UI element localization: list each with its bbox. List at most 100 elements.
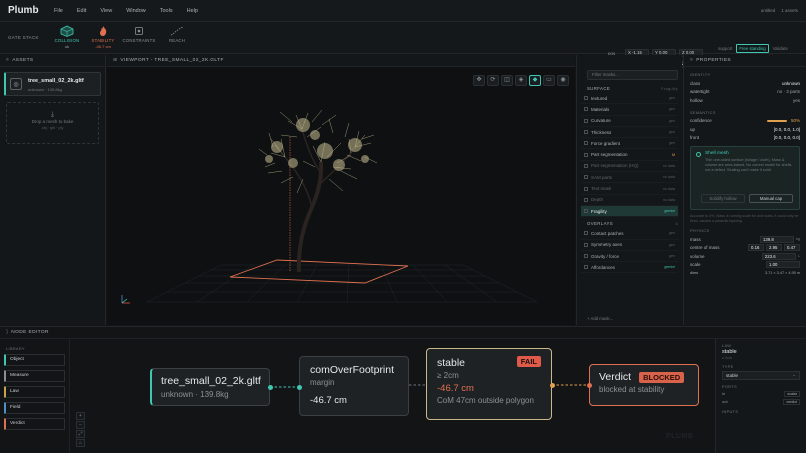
com-z-field[interactable]: 0.47 (784, 244, 800, 252)
mesh-dropzone[interactable]: ⤓ Drop a mesh to bake obj · glb · ply (6, 102, 99, 144)
layer-checkbox[interactable] (584, 265, 588, 270)
mass-field[interactable]: 139.8 (759, 235, 794, 243)
type-select[interactable]: stable (722, 371, 800, 380)
move-icon[interactable]: ✥ (473, 75, 485, 86)
overlays-count: 4 (675, 221, 678, 226)
semantics-section: SEMANTICS (690, 110, 716, 115)
class-row: class unknown (684, 79, 806, 88)
layer-item[interactable]: SAM parts no data (581, 172, 678, 184)
layer-checkbox[interactable] (584, 118, 588, 123)
layer-label: Thickness (591, 129, 612, 135)
measure-node[interactable]: comOverFootprint margin -46.7 cm (299, 356, 409, 416)
solidify-hollow-button[interactable]: Solidify hollow (701, 194, 745, 203)
com-y-field[interactable]: 2.95 (766, 244, 782, 252)
layer-tag: gen (669, 254, 675, 258)
layer-checkbox[interactable] (584, 186, 588, 191)
law-node[interactable]: stable FAIL ≥ 2cm -46.7 cm CoM 47cm outs… (426, 348, 552, 420)
layer-item[interactable]: Force gradient gen (581, 138, 678, 150)
layer-checkbox[interactable] (584, 107, 588, 112)
node-graph-icon: ⟆ (6, 330, 9, 335)
layer-item[interactable]: Part segmentation M (581, 149, 678, 161)
camera-icon[interactable]: ▭ (543, 75, 555, 86)
surface-title: SURFACE (587, 86, 611, 91)
support-mode-badge[interactable]: Free standing (736, 44, 769, 53)
object-node[interactable]: tree_small_02_2k.gltf unknown · 139.8kg (150, 368, 270, 406)
layer-checkbox[interactable] (584, 242, 588, 247)
layer-checkbox[interactable] (584, 197, 588, 202)
layer-item[interactable]: Thickness gen (581, 127, 678, 139)
measure-in-port[interactable] (297, 385, 302, 390)
dims-value: 3.71 × 3.47 × 4.95 m (764, 271, 800, 276)
gate-stack-bar: GATE STACK COLLISION ok STABILITY -46.7 … (0, 22, 806, 74)
com-x-field[interactable]: 0.16 (748, 244, 764, 252)
library-measure[interactable]: Measure (4, 370, 65, 382)
overlays-section-header[interactable]: OVERLAYS 4 (581, 219, 678, 228)
gate-stability[interactable]: STABILITY -46.7 cm (86, 25, 120, 49)
layer-tag: gemini (664, 265, 675, 270)
layer-item[interactable]: Affordances gemini (581, 262, 678, 274)
layer-checkbox[interactable] (584, 130, 588, 135)
menu-view[interactable]: View (100, 8, 112, 14)
layer-item[interactable]: Materials gen (581, 104, 678, 116)
layer-item[interactable]: Part segmentation (HQ) no data (581, 161, 678, 173)
library-field[interactable]: Field (4, 402, 65, 414)
library-law[interactable]: Law (4, 386, 65, 398)
node-canvas[interactable]: tree_small_02_2k.gltf unknown · 139.8kg … (70, 339, 715, 453)
gate-reach[interactable]: REACH (160, 25, 194, 43)
front-value[interactable]: [0.0, 0.0, 0.0] (774, 135, 800, 140)
class-value[interactable]: unknown (782, 81, 800, 86)
verdict-node[interactable]: Verdict BLOCKED blocked at stability (589, 364, 699, 406)
rotate-icon[interactable]: ⟳ (487, 75, 499, 86)
verdict-in-port[interactable] (587, 383, 592, 388)
layer-item[interactable]: Text mask no data (581, 183, 678, 195)
cube-icon[interactable]: ◫ (501, 75, 513, 86)
library-object[interactable]: Object (4, 354, 65, 366)
filter-masks-input[interactable]: Filter masks... (587, 70, 678, 80)
menu-file[interactable]: File (54, 8, 63, 14)
scale-field[interactable]: 1.00 (766, 261, 800, 269)
layer-checkbox[interactable] (584, 231, 588, 236)
law-out-port[interactable] (550, 383, 555, 388)
layer-name: Part segmentation (584, 152, 672, 157)
node-library: LIBRARY Object Measure Law Field Verdict (0, 339, 70, 453)
gate-constraints[interactable]: CONSTRAINTS (122, 25, 156, 43)
layer-item[interactable]: Symmetry axes gen (581, 240, 678, 251)
layer-item[interactable]: Curvature gen (581, 116, 678, 127)
mask-icon[interactable]: ◆ (529, 75, 541, 86)
layer-item[interactable]: Gravity / force gen (581, 251, 678, 263)
layers-icon[interactable]: ◈ (515, 75, 527, 86)
menu-help[interactable]: Help (187, 8, 198, 14)
layer-checkbox[interactable] (584, 152, 588, 157)
layer-label: Symmetry axes (591, 242, 623, 248)
asset-item[interactable]: ◎ tree_small_02_2k.gltf unknown · 139.8k… (4, 72, 101, 96)
layer-item[interactable]: Depth no data (581, 195, 678, 206)
layer-item[interactable]: Contact patches gen (581, 228, 678, 240)
menu-window[interactable]: Window (126, 8, 146, 14)
manual-cap-button[interactable]: Manual cap (749, 194, 793, 203)
gate-collision[interactable]: COLLISION ok (50, 25, 84, 49)
volume-field[interactable]: 223.6 (761, 252, 796, 260)
up-value[interactable]: [0.0, 0.0, 1.0] (774, 127, 800, 132)
layer-tag: gen (669, 118, 675, 123)
measure-node-title: comOverFootprint (310, 364, 395, 376)
layer-item[interactable]: textured gen (581, 93, 678, 105)
layer-checkbox[interactable] (584, 175, 588, 180)
layer-checkbox[interactable] (584, 163, 588, 168)
layer-checkbox[interactable] (584, 254, 588, 258)
layer-checkbox[interactable] (584, 96, 588, 101)
object-node-title: tree_small_02_2k.gltf (161, 375, 261, 387)
menu-tools[interactable]: Tools (160, 8, 173, 14)
eye-icon[interactable]: ◉ (557, 75, 569, 86)
menu-edit[interactable]: Edit (77, 8, 86, 14)
surface-section-header[interactable]: SURFACE Fragility (581, 84, 678, 93)
scene-render[interactable] (107, 67, 575, 325)
3d-viewport[interactable]: ⊞ VIEWPORT - TREE_SMALL_02_2K.GLTF ✥ ⟳ ◫… (107, 55, 575, 325)
layer-checkbox[interactable] (584, 209, 588, 214)
add-mask-button[interactable]: + Add mask... (587, 316, 613, 321)
collapse-icon[interactable]: ≡ (6, 58, 9, 63)
library-verdict[interactable]: Verdict (4, 418, 65, 430)
object-out-port[interactable] (268, 385, 273, 390)
layer-item[interactable]: Fragility gemini (581, 205, 678, 218)
layer-checkbox[interactable] (584, 141, 588, 146)
blocked-badge: BLOCKED (639, 371, 685, 383)
